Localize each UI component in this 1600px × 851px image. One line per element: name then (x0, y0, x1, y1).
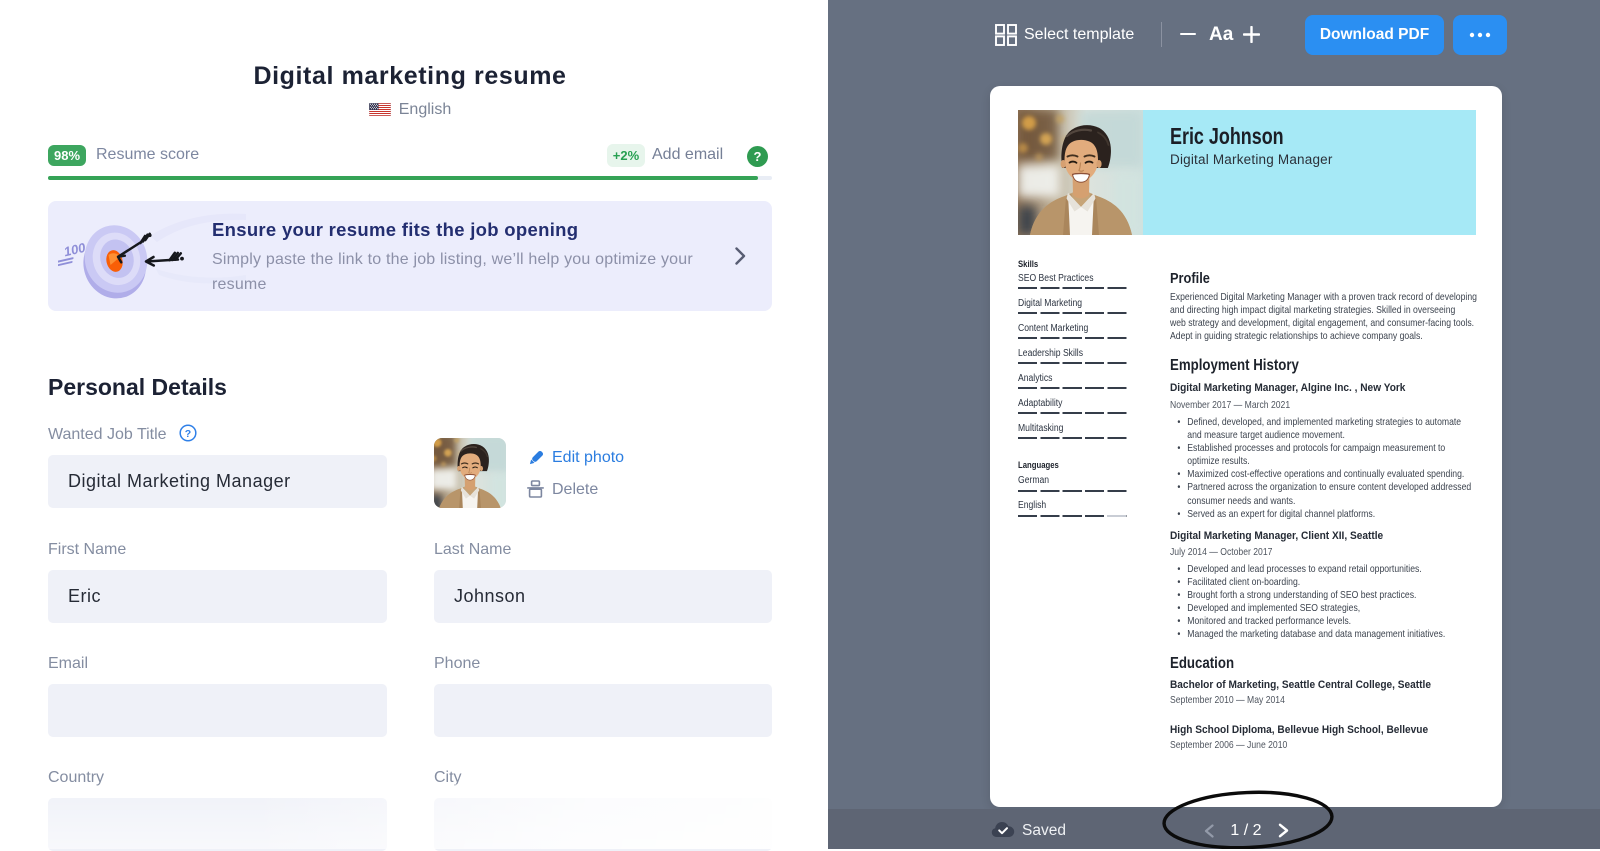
svg-text:100: 100 (62, 240, 87, 260)
svg-text:?: ? (185, 428, 191, 440)
